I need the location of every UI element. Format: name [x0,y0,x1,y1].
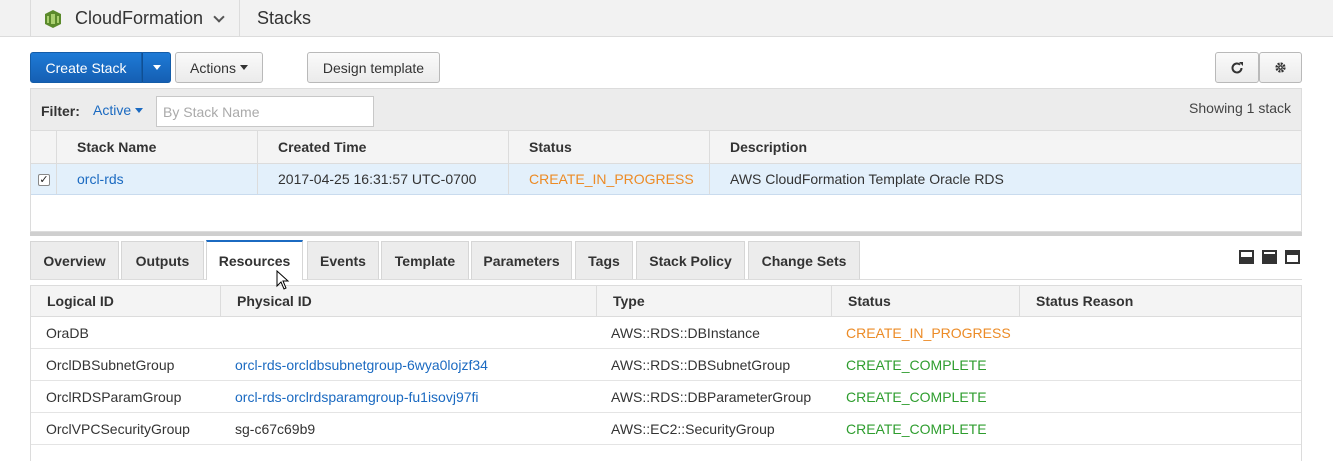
chevron-down-icon [213,10,225,23]
stack-detail-tabs: Overview Outputs Resources Events Templa… [30,240,1302,280]
row-checkbox[interactable]: ✓ [38,174,50,186]
resource-physical-id[interactable]: orcl-rds-orcldbsubnetgroup-6wya0lojzf34 [220,349,596,380]
resource-logical-id: OraDB [46,324,89,341]
tab-outputs[interactable]: Outputs [121,241,204,279]
table-row: OrclVPCSecurityGroup sg-c67c69b9 AWS::EC… [31,413,1301,445]
tab-change-sets[interactable]: Change Sets [748,241,860,279]
column-header-type[interactable]: Type [596,286,831,316]
layout-bottom-half-icon[interactable] [1262,250,1277,264]
resource-status-reason [1019,381,1301,412]
create-stack-button[interactable]: Create Stack [30,52,142,83]
resource-logical-id: OrclDBSubnetGroup [46,356,175,373]
caret-down-icon [135,107,144,113]
design-template-button[interactable]: Design template [307,52,440,83]
stack-created-time: 2017-04-25 16:31:57 UTC-0700 [257,164,508,194]
actions-label: Actions [190,59,236,76]
refresh-button[interactable] [1215,52,1259,83]
service-name: CloudFormation [75,8,204,28]
table-row: OrclRDSParamGroup orcl-rds-orclrdsparamg… [31,381,1301,413]
resource-physical-id: sg-c67c69b9 [235,420,316,437]
resource-logical-id: OrclVPCSecurityGroup [46,420,190,437]
create-stack-split-button: Create Stack [30,52,171,83]
tab-template[interactable]: Template [381,241,469,279]
column-header-stack-name[interactable]: Stack Name [56,131,257,163]
stacks-panel: Filter: Active Showing 1 stack Stack Nam… [30,88,1302,232]
column-header-physical-id[interactable]: Physical ID [220,286,596,316]
service-selector[interactable]: CloudFormation [30,0,240,37]
resource-physical-id[interactable] [220,317,596,348]
layout-bottom-small-icon[interactable] [1239,250,1254,264]
resource-status: CREATE_IN_PROGRESS [846,324,1011,341]
panel-resize-handle[interactable] [30,232,1302,236]
actions-button[interactable]: Actions [175,52,263,83]
column-header-status[interactable]: Status [508,131,709,163]
resource-status-reason [1019,317,1301,348]
layout-maximize-icon[interactable] [1285,250,1300,264]
column-header-status-reason[interactable]: Status Reason [1019,286,1301,316]
panel-layout-controls [1239,250,1300,264]
resource-type: AWS::RDS::DBSubnetGroup [611,356,791,373]
column-header-logical-id[interactable]: Logical ID [31,286,220,316]
tab-tags[interactable]: Tags [575,241,633,279]
column-header-status[interactable]: Status [831,286,1019,316]
resource-status: CREATE_COMPLETE [846,388,987,405]
resource-type: AWS::RDS::DBParameterGroup [611,388,812,405]
refresh-icon [1231,61,1243,73]
resource-status-reason [1019,413,1301,444]
stack-name-link[interactable]: orcl-rds [56,164,257,194]
resource-type: AWS::RDS::DBInstance [611,324,760,341]
resource-status-reason [1019,349,1301,380]
resources-table: Logical ID Physical ID Type Status Statu… [30,285,1302,461]
tab-overview[interactable]: Overview [30,241,119,279]
column-header-description[interactable]: Description [709,131,1301,163]
caret-down-icon [152,65,161,70]
cloudformation-logo-icon [45,9,61,28]
caret-down-icon [239,65,248,70]
resource-logical-id: OrclRDSParamGroup [46,388,182,405]
settings-button[interactable] [1259,52,1302,83]
tab-parameters[interactable]: Parameters [471,241,572,279]
stack-name-filter-input[interactable] [156,96,374,127]
create-stack-dropdown-button[interactable] [142,52,171,83]
resources-table-header: Logical ID Physical ID Type Status Statu… [31,285,1301,317]
gear-icon [1275,62,1286,73]
stack-description: AWS CloudFormation Template Oracle RDS [709,164,1301,194]
top-nav-bar: CloudFormation Stacks [0,0,1333,37]
resource-type: AWS::EC2::SecurityGroup [611,420,775,437]
stack-count: Showing 1 stack [1189,100,1291,116]
filter-bar: Filter: Active Showing 1 stack [31,89,1301,131]
resource-status: CREATE_COMPLETE [846,420,987,437]
filter-status-label: Active [93,102,132,118]
stack-status: CREATE_IN_PROGRESS [508,164,709,194]
page-title: Stacks [257,8,312,28]
filter-label: Filter: [41,103,80,119]
stacks-table-header: Stack Name Created Time Status Descripti… [31,131,1301,164]
table-row: OrclDBSubnetGroup orcl-rds-orcldbsubnetg… [31,349,1301,381]
tab-stack-policy[interactable]: Stack Policy [636,241,745,279]
table-row: OraDB AWS::RDS::DBInstance CREATE_IN_PRO… [31,317,1301,349]
column-header-created-time[interactable]: Created Time [257,131,508,163]
mouse-cursor-icon [276,270,290,290]
resource-physical-id[interactable]: orcl-rds-orclrdsparamgroup-fu1isovj97fi [220,381,596,412]
filter-status-dropdown[interactable]: Active [93,102,144,118]
tab-events[interactable]: Events [307,241,379,279]
table-row[interactable]: ✓ orcl-rds 2017-04-25 16:31:57 UTC-0700 … [31,164,1301,195]
resource-status: CREATE_COMPLETE [846,356,987,373]
